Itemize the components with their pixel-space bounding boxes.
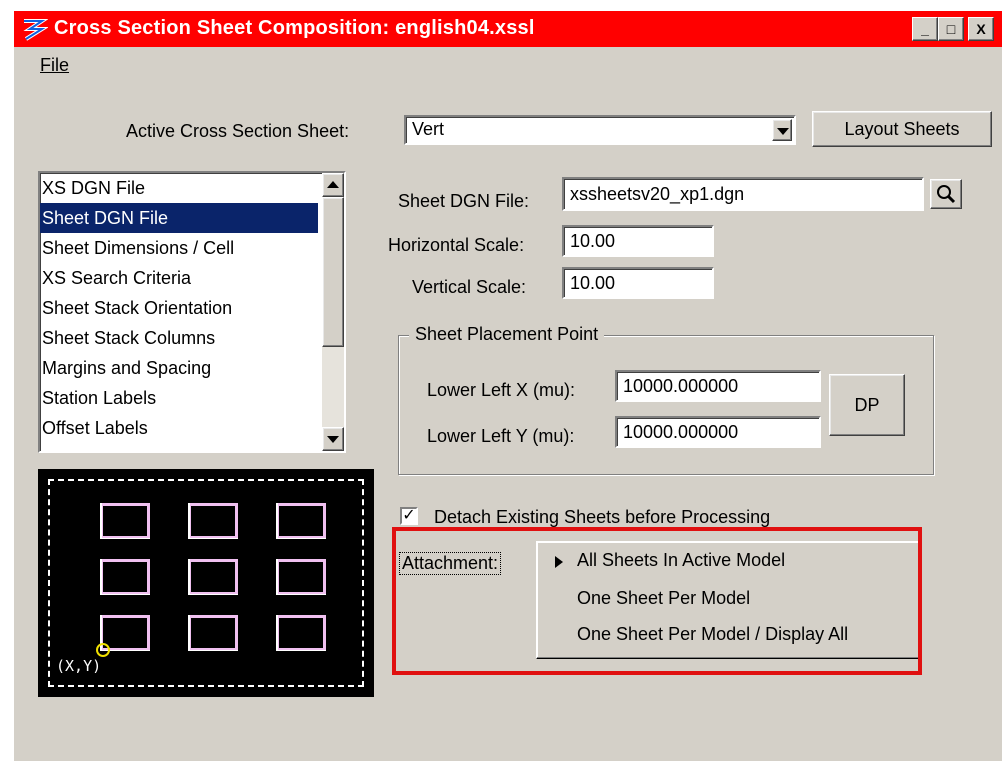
window-title: Cross Section Sheet Composition: english… [54,17,535,39]
list-item[interactable]: Offset Labels [40,413,318,443]
placement-groupbox: Sheet Placement Point Lower Left X (mu):… [398,324,934,475]
placement-group-title: Sheet Placement Point [409,324,605,345]
scroll-down-button[interactable] [322,427,344,451]
vertical-scale-label: Vertical Scale: [412,277,527,297]
list-item-selected[interactable]: Sheet DGN File [40,203,318,233]
active-sheet-label: Active Cross Section Sheet: [126,121,350,141]
horizontal-scale-label: Horizontal Scale: [388,235,525,255]
horizontal-scale-value: 10.00 [570,231,616,251]
sheet-dgn-file-field[interactable]: xssheetsv20_xp1.dgn [562,177,924,211]
list-item[interactable]: Station Labels [40,383,318,413]
origin-label: (X,Y) [56,657,102,675]
preview-sheet [188,559,238,595]
horizontal-scale-field[interactable]: 10.00 [562,225,714,257]
preview-sheet [276,503,326,539]
list-item[interactable]: Sheet Stack Columns [40,323,318,353]
active-sheet-dropdown-button[interactable] [772,119,792,141]
active-sheet-combo[interactable]: Vert [404,115,796,145]
chevron-down-icon [777,128,789,135]
list-item[interactable]: Sheet Dimensions / Cell [40,233,318,263]
list-item[interactable]: Margins and Spacing [40,353,318,383]
chevron-up-icon [327,181,339,188]
vertical-scale-value: 10.00 [570,273,616,293]
sheet-dgn-file-value: xssheetsv20_xp1.dgn [570,184,745,204]
lower-left-y-label: Lower Left Y (mu): [427,426,575,446]
dp-button[interactable]: DP [829,374,905,436]
detach-checkbox-label: Detach Existing Sheets before Processing [434,507,771,527]
lower-left-x-label: Lower Left X (mu): [427,380,576,400]
browse-button[interactable] [930,179,962,209]
layout-sheets-label: Layout Sheets [844,119,960,139]
title-bar[interactable]: Cross Section Sheet Composition: english… [14,11,1002,47]
app-logo-icon [20,15,48,43]
close-button[interactable]: X [968,17,994,41]
origin-marker-icon [96,643,110,657]
preview-sheet [100,559,150,595]
list-item[interactable]: Sheet Stack Orientation [40,293,318,323]
sheet-dgn-file-label: Sheet DGN File: [398,191,530,211]
minimize-button[interactable]: _ [912,17,938,41]
category-listbox[interactable]: XS DGN File Sheet DGN File Sheet Dimensi… [38,171,346,453]
preview-sheet [188,615,238,651]
dp-button-label: DP [854,395,880,415]
list-item[interactable]: XS DGN File [40,173,318,203]
annotation-highlight-box [392,527,922,675]
lower-left-x-value: 10000.000000 [623,376,739,396]
vertical-scale-field[interactable]: 10.00 [562,267,714,299]
menu-bar: File [14,49,1002,77]
magnifier-icon [937,185,956,204]
list-scrollbar[interactable] [322,173,344,451]
lower-left-y-field[interactable]: 10000.000000 [615,416,821,448]
scroll-thumb[interactable] [322,197,344,347]
active-sheet-value: Vert [412,119,445,139]
preview-sheet [276,615,326,651]
dialog-window: Cross Section Sheet Composition: english… [12,9,1002,761]
preview-sheet [276,559,326,595]
preview-sheet [100,503,150,539]
minimize-icon: _ [921,21,929,37]
maximize-button[interactable]: □ [938,17,964,41]
lower-left-x-field[interactable]: 10000.000000 [615,370,821,402]
menu-file[interactable]: File [40,55,69,76]
preview-sheet [188,503,238,539]
chevron-down-icon [327,436,339,443]
list-item[interactable]: XS Search Criteria [40,263,318,293]
sheet-layout-preview: (X,Y) [38,469,374,697]
detach-checkbox[interactable]: ✓ [400,507,418,525]
close-icon: X [976,21,986,37]
lower-left-y-value: 10000.000000 [623,422,739,442]
scroll-up-button[interactable] [322,173,344,197]
layout-sheets-button[interactable]: Layout Sheets [812,111,992,147]
maximize-icon: □ [946,21,956,37]
